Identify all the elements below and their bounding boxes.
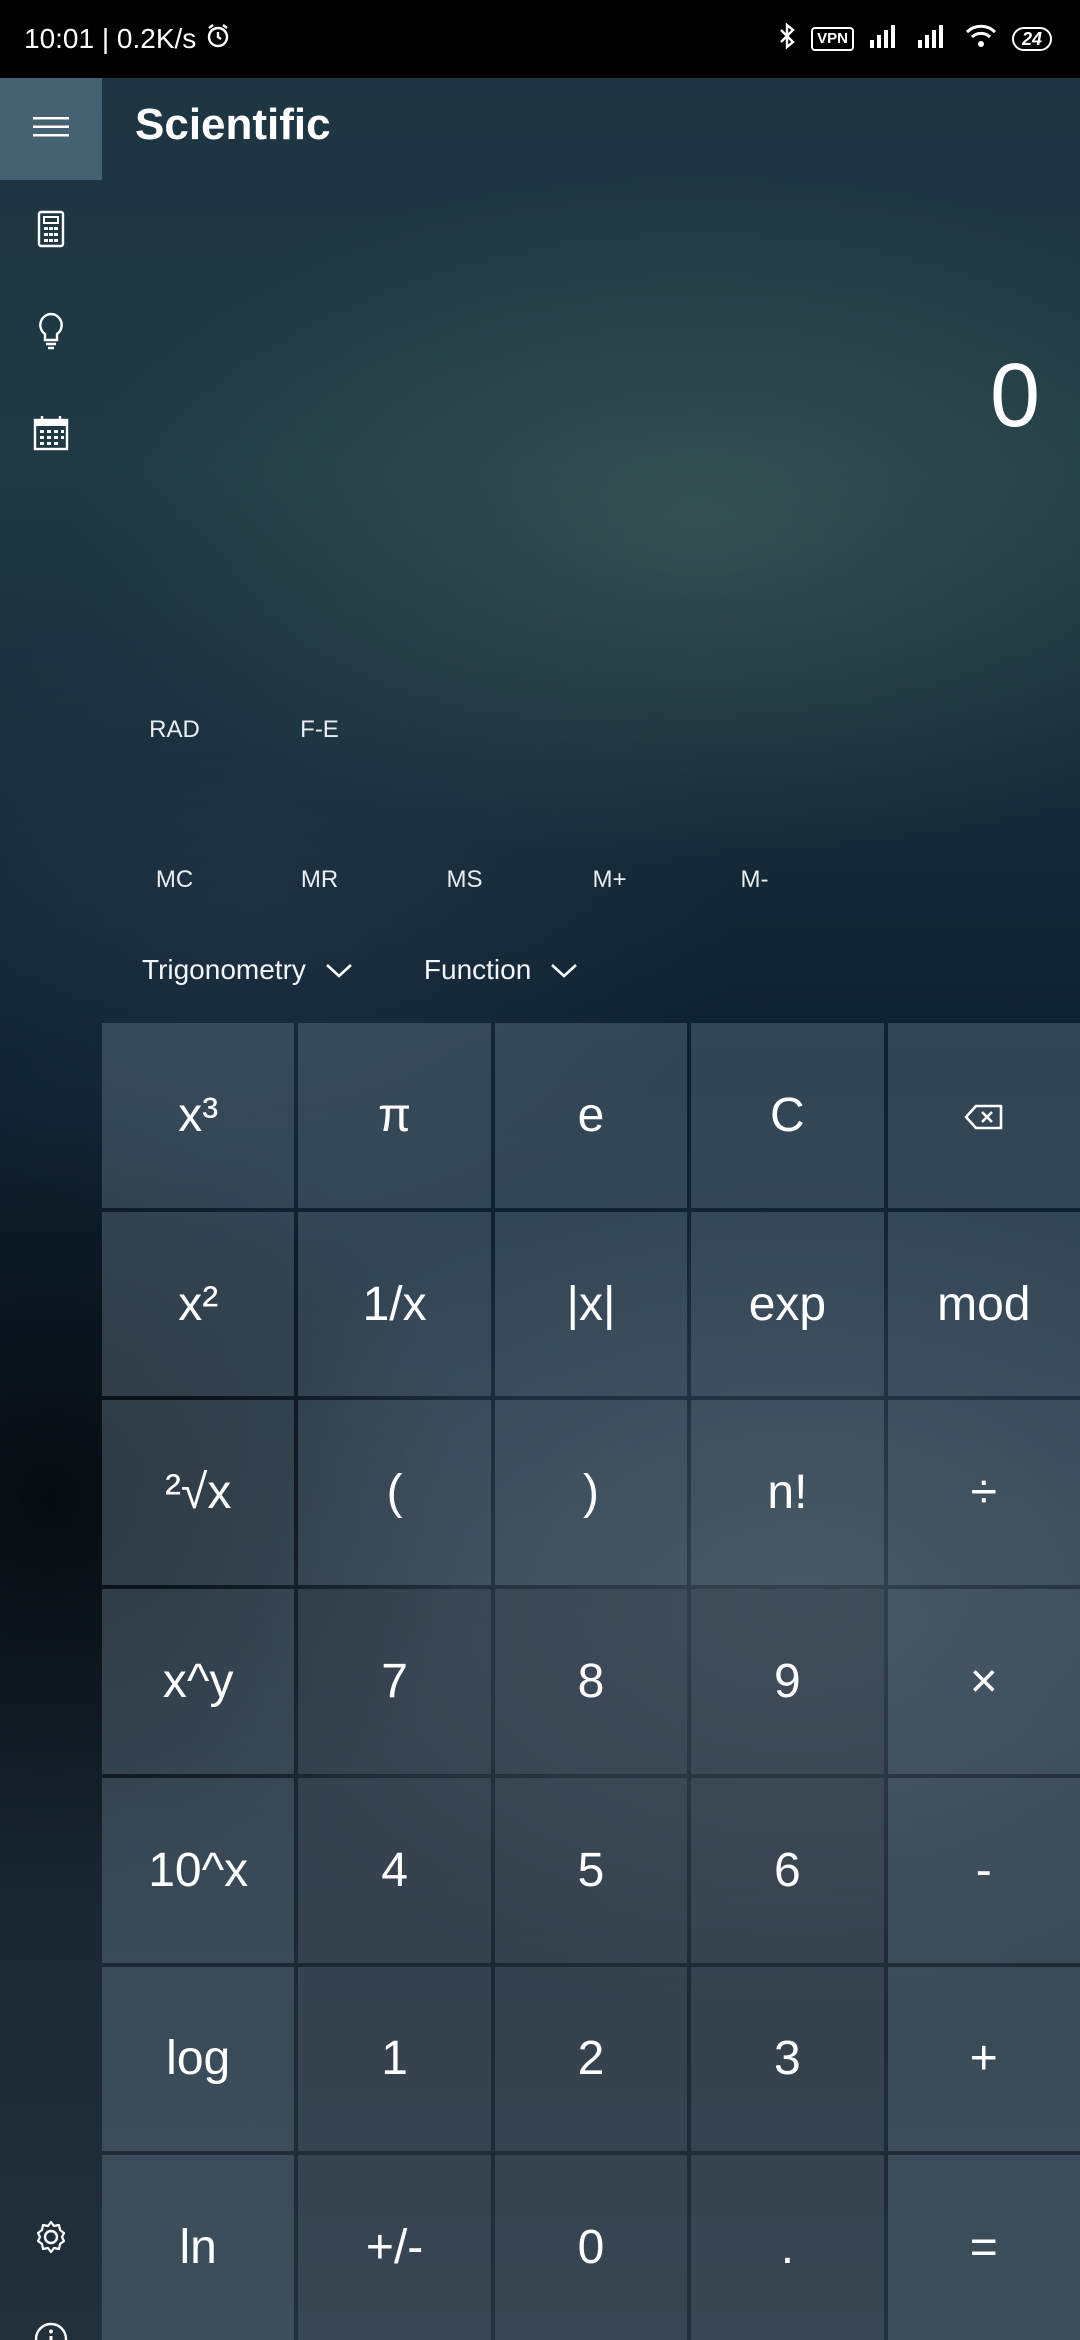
info-icon	[33, 2321, 69, 2340]
vpn-badge: VPN	[811, 27, 854, 51]
memory-add-button[interactable]: M+	[537, 850, 682, 910]
key-add[interactable]: +	[887, 1966, 1080, 2152]
wifi-icon	[964, 22, 998, 57]
page-title: Scientific	[135, 100, 331, 149]
signal-icon	[868, 22, 902, 57]
key-divide[interactable]: ÷	[887, 1400, 1080, 1586]
trigonometry-dropdown[interactable]: Trigonometry	[142, 945, 354, 995]
result-display: 0	[989, 346, 1040, 446]
key-negate[interactable]: +/-	[298, 2155, 491, 2340]
key-factorial[interactable]: n!	[691, 1400, 884, 1586]
keypad: x³ π e C x² 1/x |x| exp mod ²√x ( ) n! ÷…	[102, 1023, 1080, 2340]
key-open-paren[interactable]: (	[298, 1400, 491, 1586]
key-ten-power[interactable]: 10^x	[102, 1777, 295, 1963]
key-e[interactable]: e	[494, 1023, 688, 1208]
key-reciprocal[interactable]: 1/x	[298, 1211, 491, 1397]
alarm-icon	[204, 22, 232, 57]
memory-clear-button[interactable]: MC	[102, 850, 247, 910]
key-equals[interactable]: =	[887, 2155, 1080, 2340]
menu-icon	[31, 115, 71, 144]
key-8[interactable]: 8	[494, 1589, 688, 1774]
bluetooth-icon	[777, 21, 797, 57]
key-sqrt[interactable]: ²√x	[102, 1400, 295, 1586]
calculator-icon	[36, 210, 66, 253]
key-6[interactable]: 6	[691, 1777, 884, 1963]
key-3[interactable]: 3	[691, 1966, 884, 2152]
key-square[interactable]: x²	[102, 1211, 295, 1397]
key-2[interactable]: 2	[494, 1966, 688, 2152]
key-0[interactable]: 0	[494, 2155, 688, 2340]
lightbulb-icon	[36, 311, 66, 356]
settings-icon	[33, 2219, 69, 2260]
key-pi[interactable]: π	[298, 1023, 491, 1208]
signal-icon	[916, 22, 950, 57]
mode-row: RAD F-E	[102, 700, 392, 760]
chevron-down-icon	[324, 954, 354, 986]
function-dropdown[interactable]: Function	[424, 945, 579, 995]
status-bar: 10:01 | 0.2K/s VPN 24	[0, 0, 1080, 78]
converter-nav-button[interactable]	[0, 282, 102, 384]
fe-toggle-button[interactable]: F-E	[247, 700, 392, 760]
key-exp[interactable]: exp	[691, 1211, 884, 1397]
memory-row: MC MR MS M+ M-	[102, 850, 827, 910]
function-label: Function	[423, 954, 532, 985]
key-4[interactable]: 4	[298, 1777, 491, 1963]
key-log[interactable]: log	[102, 1966, 295, 2152]
key-close-paren[interactable]: )	[494, 1400, 688, 1586]
calculator-nav-button[interactable]	[0, 180, 102, 282]
nav-rail	[0, 78, 102, 2340]
status-time: 10:01 | 0.2K/s	[24, 23, 197, 54]
backspace-icon	[964, 1088, 1004, 1143]
key-ln[interactable]: ln	[102, 2155, 295, 2340]
about-button[interactable]	[0, 2290, 102, 2340]
key-5[interactable]: 5	[494, 1777, 688, 1963]
memory-subtract-button[interactable]: M-	[682, 850, 827, 910]
calendar-icon	[32, 414, 70, 457]
key-1[interactable]: 1	[298, 1966, 491, 2152]
key-clear[interactable]: C	[691, 1023, 884, 1208]
function-dropdowns: Trigonometry Function	[142, 945, 579, 995]
memory-recall-button[interactable]: MR	[247, 850, 392, 910]
key-decimal[interactable]: .	[691, 2155, 884, 2340]
key-7[interactable]: 7	[298, 1589, 491, 1774]
key-subtract[interactable]: -	[887, 1777, 1080, 1963]
key-power[interactable]: x^y	[102, 1589, 295, 1774]
key-multiply[interactable]: ×	[887, 1589, 1080, 1774]
key-9[interactable]: 9	[691, 1589, 884, 1774]
menu-button[interactable]	[0, 78, 102, 180]
trigonometry-label: Trigonometry	[142, 954, 306, 985]
date-nav-button[interactable]	[0, 384, 102, 486]
angle-mode-button[interactable]: RAD	[102, 700, 247, 760]
key-abs[interactable]: |x|	[494, 1211, 688, 1397]
key-backspace[interactable]	[887, 1023, 1080, 1208]
key-cube[interactable]: x³	[102, 1023, 295, 1208]
settings-button[interactable]	[0, 2188, 102, 2290]
battery-indicator: 24	[1011, 27, 1052, 51]
chevron-down-icon	[549, 954, 579, 986]
key-mod[interactable]: mod	[887, 1211, 1080, 1397]
memory-store-button[interactable]: MS	[392, 850, 537, 910]
